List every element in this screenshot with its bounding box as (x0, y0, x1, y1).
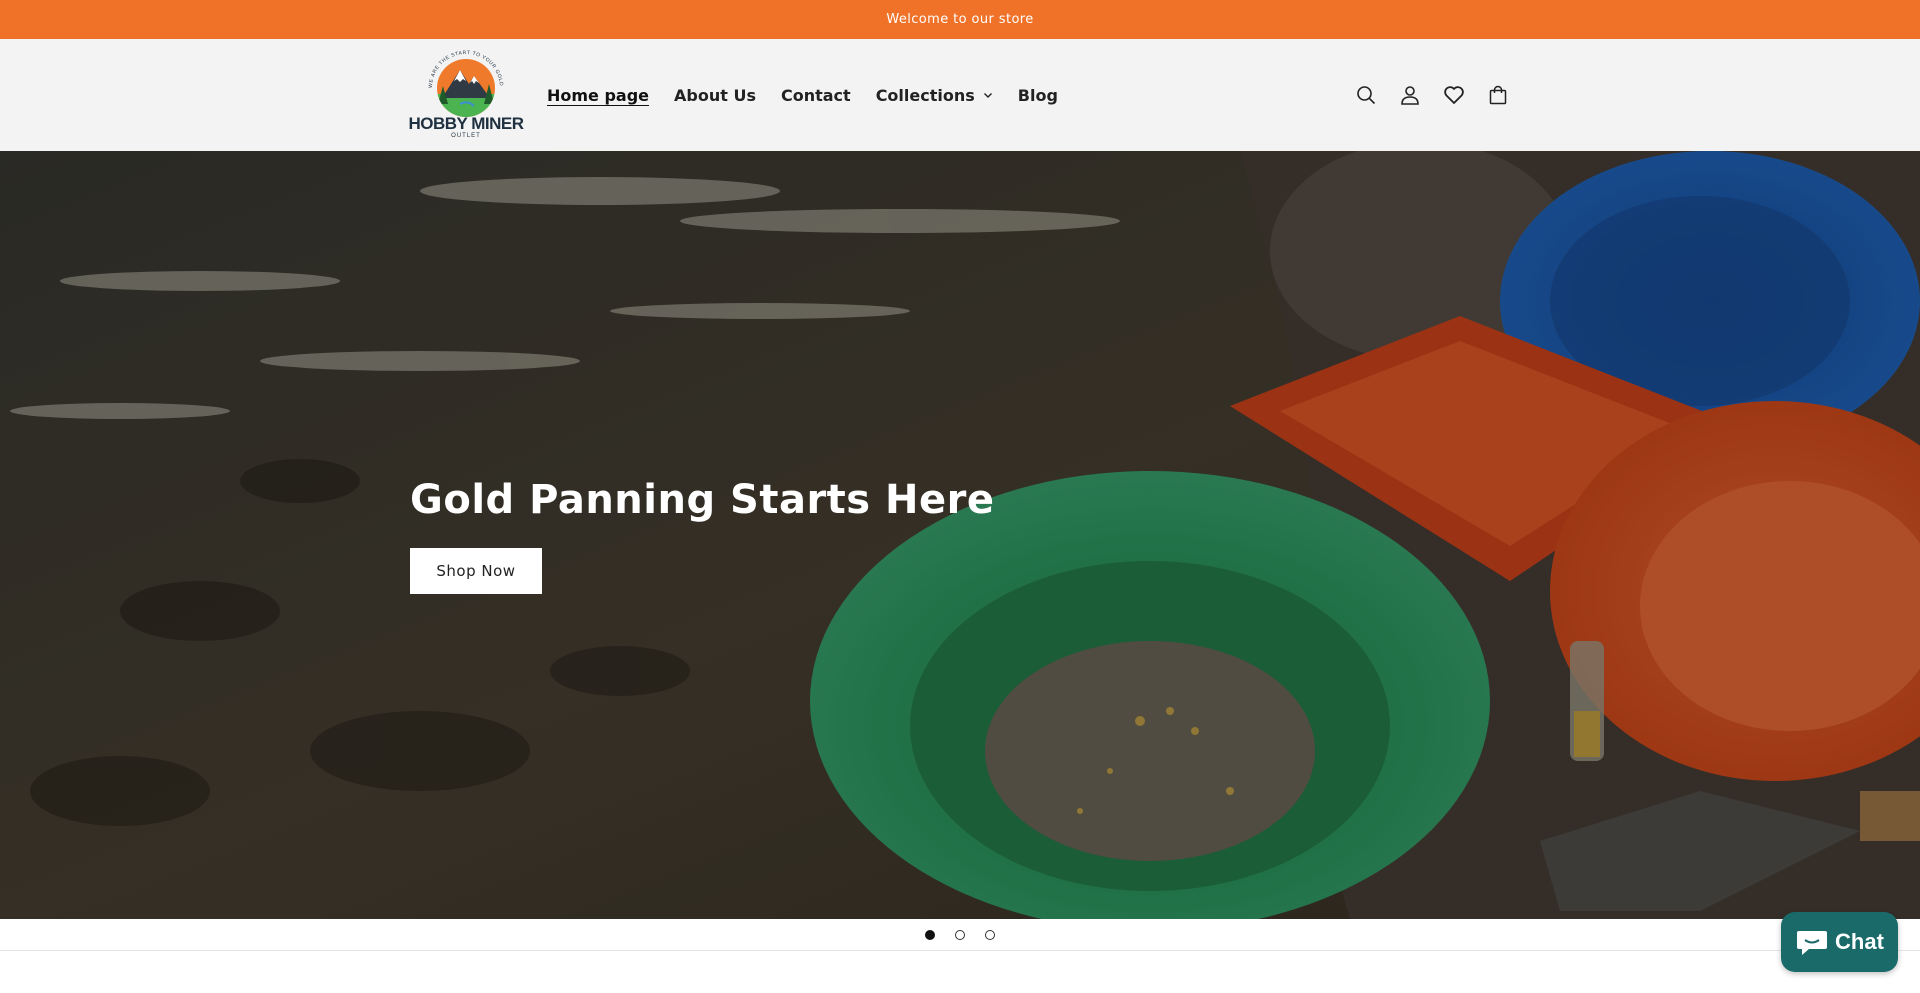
wishlist-button[interactable] (1432, 73, 1476, 117)
slide-dot-3[interactable] (985, 929, 995, 940)
chat-button[interactable]: Chat (1781, 912, 1898, 972)
nav-collections[interactable]: Collections (876, 86, 993, 105)
nav-home-page[interactable]: Home page (547, 86, 649, 105)
cart-button[interactable] (1476, 73, 1520, 117)
search-button[interactable] (1344, 73, 1388, 117)
main-nav: Home page About Us Contact Collections B… (547, 39, 1083, 151)
chat-label: Chat (1835, 929, 1884, 954)
header-icons (1344, 39, 1520, 151)
nav-blog[interactable]: Blog (1018, 86, 1058, 105)
slide-dot-2[interactable] (955, 929, 965, 940)
logo-name: HOBBY MINER (408, 114, 524, 133)
cart-icon (1489, 85, 1507, 105)
search-icon (1357, 86, 1376, 105)
hero-title: Gold Panning Starts Here (410, 477, 995, 523)
hero-slideshow: Gold Panning Starts Here Shop Now (0, 151, 1920, 919)
nav-about-us[interactable]: About Us (674, 86, 756, 105)
hero-background-image (0, 151, 1920, 919)
shop-now-button[interactable]: Shop Now (410, 548, 542, 594)
chat-bubble-icon (1797, 931, 1828, 955)
site-header: WE ARE THE START TO YOUR GOLDEN DREAMS H… (0, 39, 1920, 151)
chevron-down-icon (983, 93, 992, 98)
wishlist-heart-icon (1444, 86, 1464, 104)
store-logo[interactable]: WE ARE THE START TO YOUR GOLDEN DREAMS H… (408, 46, 524, 144)
slide-dot-1[interactable] (925, 929, 935, 940)
nav-collections-label: Collections (875, 85, 975, 105)
account-button[interactable] (1388, 73, 1432, 117)
logo-subtitle: OUTLET (451, 133, 481, 139)
account-icon (1401, 86, 1419, 105)
announcement-text: Welcome to our store (886, 12, 1034, 27)
announcement-bar: Welcome to our store (0, 0, 1920, 39)
nav-contact[interactable]: Contact (781, 86, 851, 105)
slideshow-pagination (0, 919, 1920, 951)
